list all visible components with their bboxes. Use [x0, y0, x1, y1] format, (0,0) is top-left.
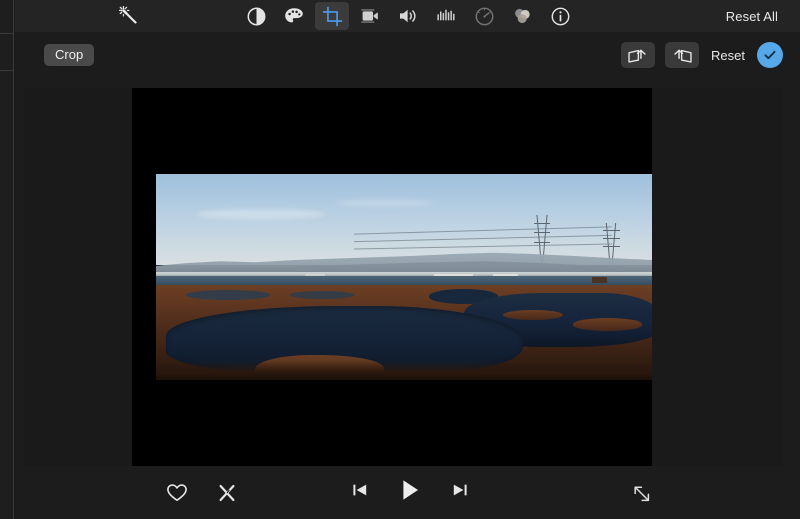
- top-toolbar: Reset All: [15, 0, 800, 32]
- foreground-grass: [156, 361, 652, 380]
- skip-forward-icon: [453, 484, 467, 496]
- fullscreen-button[interactable]: [625, 478, 659, 510]
- expand-arrows-icon: [634, 486, 650, 502]
- crop-mode-chip[interactable]: Crop: [44, 44, 95, 66]
- filters-tool-button[interactable]: [277, 2, 311, 30]
- play-icon: [403, 480, 418, 500]
- crop-options-bar: Crop Reset: [15, 32, 800, 80]
- reset-crop-label: Reset: [711, 47, 745, 63]
- checkmark-icon: [764, 50, 776, 60]
- tidal-pond: [185, 290, 271, 300]
- photo-preview[interactable]: [156, 174, 652, 380]
- crop-chip-label: Crop: [55, 47, 84, 62]
- heart-icon: [167, 484, 187, 501]
- cloud: [334, 198, 434, 207]
- x-mark-icon: [219, 484, 235, 502]
- view-controls: [625, 478, 659, 510]
- edit-tool-cluster: [239, 2, 577, 30]
- photos-editor-window: Reset All Crop Reset: [0, 0, 800, 519]
- rotate-left-button[interactable]: [621, 42, 656, 68]
- levels-tool-button[interactable]: [429, 2, 463, 30]
- rating-controls: [160, 477, 244, 509]
- reset-all-button[interactable]: Reset All: [726, 0, 778, 32]
- magic-wand-icon[interactable]: [112, 2, 146, 30]
- skip-back-icon: [353, 484, 367, 496]
- previous-button[interactable]: [343, 474, 377, 506]
- play-button[interactable]: [393, 474, 427, 506]
- video-tool-button[interactable]: [353, 2, 387, 30]
- rotate-right-button[interactable]: [665, 42, 700, 68]
- adjust-tool-button[interactable]: [239, 2, 273, 30]
- crop-confirm-button[interactable]: [757, 42, 783, 68]
- reject-button[interactable]: [210, 477, 244, 509]
- next-button[interactable]: [443, 474, 477, 506]
- sidebar-divider: [0, 33, 14, 34]
- info-icon[interactable]: [543, 2, 577, 30]
- volume-tool-button[interactable]: [391, 2, 425, 30]
- favorite-button[interactable]: [160, 477, 194, 509]
- shore-hut: [592, 277, 608, 284]
- speed-tool-button[interactable]: [467, 2, 501, 30]
- sidebar-divider: [0, 70, 14, 71]
- photo-sky: [156, 174, 652, 265]
- crop-actions: Reset: [621, 42, 783, 68]
- reset-crop-button[interactable]: Reset: [709, 48, 747, 63]
- bottom-toolbar: [15, 466, 800, 519]
- image-canvas[interactable]: [24, 88, 783, 466]
- retouch-tool-button[interactable]: [505, 2, 539, 30]
- playback-controls: [343, 474, 477, 506]
- sidebar-strip: [0, 0, 14, 519]
- reset-all-label: Reset All: [725, 8, 778, 24]
- tidal-pond: [289, 291, 355, 299]
- rotate-left-icon: [628, 49, 646, 63]
- crop-tool-button[interactable]: [315, 2, 349, 30]
- rotate-right-icon: [674, 49, 692, 63]
- grass-island: [572, 318, 643, 331]
